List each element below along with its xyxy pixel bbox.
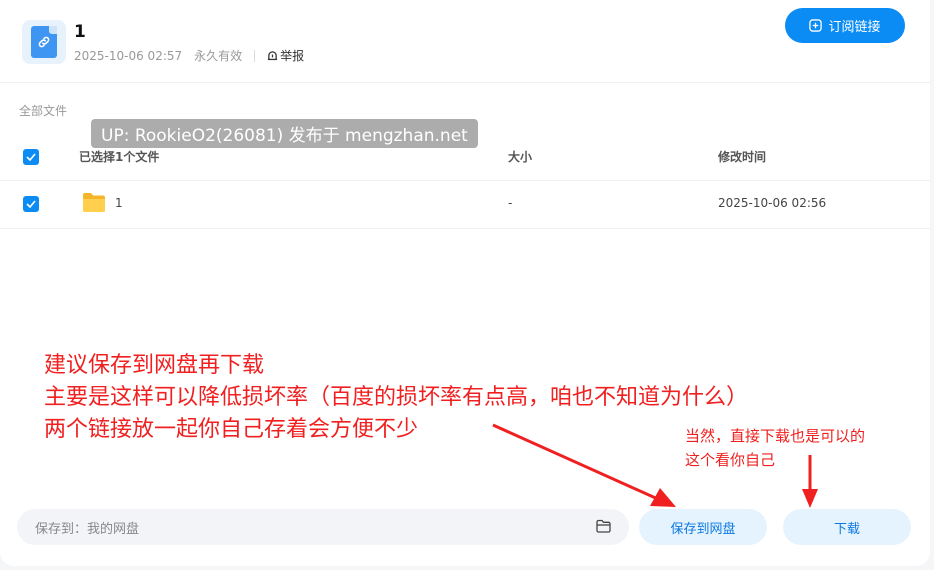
save-path-prefix: 保存到： xyxy=(35,521,88,537)
annotation-line-3: 两个链接放一起你自己存着会方便不少 xyxy=(44,417,419,442)
report-link[interactable]: 举报 xyxy=(267,47,304,64)
alarm-icon xyxy=(268,51,278,61)
share-title: 1 xyxy=(74,22,86,42)
folder-icon xyxy=(83,193,105,212)
row-file-modified: 2025-10-06 02:56 xyxy=(718,196,827,210)
column-size-header[interactable]: 大小 xyxy=(508,148,532,165)
check-icon xyxy=(26,153,36,161)
folder-picker-icon[interactable] xyxy=(596,519,611,533)
share-meta: 2025-10-06 02:57 永久有效 举报 xyxy=(74,47,304,64)
share-validity: 永久有效 xyxy=(194,49,243,63)
breadcrumb[interactable]: 全部文件 xyxy=(19,102,67,119)
annotation-line-2: 主要是这样可以降低损坏率（百度的损坏率有点高，咱也不知道为什么） xyxy=(44,385,749,410)
header-divider xyxy=(0,82,930,83)
arrow-head-save xyxy=(650,488,676,507)
subscribe-label: 订阅链接 xyxy=(828,19,881,34)
save-path-value: 我的网盘 xyxy=(87,521,140,537)
share-date: 2025-10-06 02:57 xyxy=(74,48,183,63)
meta-divider xyxy=(254,49,256,62)
share-link-file-icon xyxy=(22,20,66,64)
row-checkbox[interactable] xyxy=(23,196,39,212)
subscribe-button[interactable]: 订阅链接 xyxy=(785,8,905,43)
download-button[interactable]: 下载 xyxy=(783,509,911,545)
add-square-icon xyxy=(809,19,823,32)
row-divider xyxy=(0,228,930,229)
link-icon xyxy=(38,36,50,48)
watermark: UP: RookieO2(26081) 发布于 mengzhan.net xyxy=(91,119,478,148)
annotation-line-1: 建议保存到网盘再下载 xyxy=(44,353,265,378)
annotation-arrows xyxy=(492,423,818,508)
header-row-divider xyxy=(0,180,930,181)
annotation-small-line-2: 这个看你自己 xyxy=(685,451,776,469)
row-file-size: - xyxy=(508,196,513,210)
save-to-drive-button[interactable]: 保存到网盘 xyxy=(639,509,767,545)
check-icon xyxy=(26,200,36,208)
arrow-head-download xyxy=(802,489,818,508)
save-path-field[interactable]: 保存到： 我的网盘 xyxy=(17,509,629,545)
share-card: 1 2025-10-06 02:57 永久有效 举报 订阅链接 全部文件 UP:… xyxy=(0,0,930,566)
row-file-name[interactable]: 1 xyxy=(115,196,123,210)
column-modified-header[interactable]: 修改时间 xyxy=(718,148,766,165)
select-all-checkbox[interactable] xyxy=(23,149,39,165)
column-name-header: 已选择1个文件 xyxy=(79,150,160,164)
arrow-to-save xyxy=(492,423,661,502)
report-label: 举报 xyxy=(280,49,305,63)
annotation-small-line-1: 当然，直接下载也是可以的 xyxy=(685,427,866,445)
